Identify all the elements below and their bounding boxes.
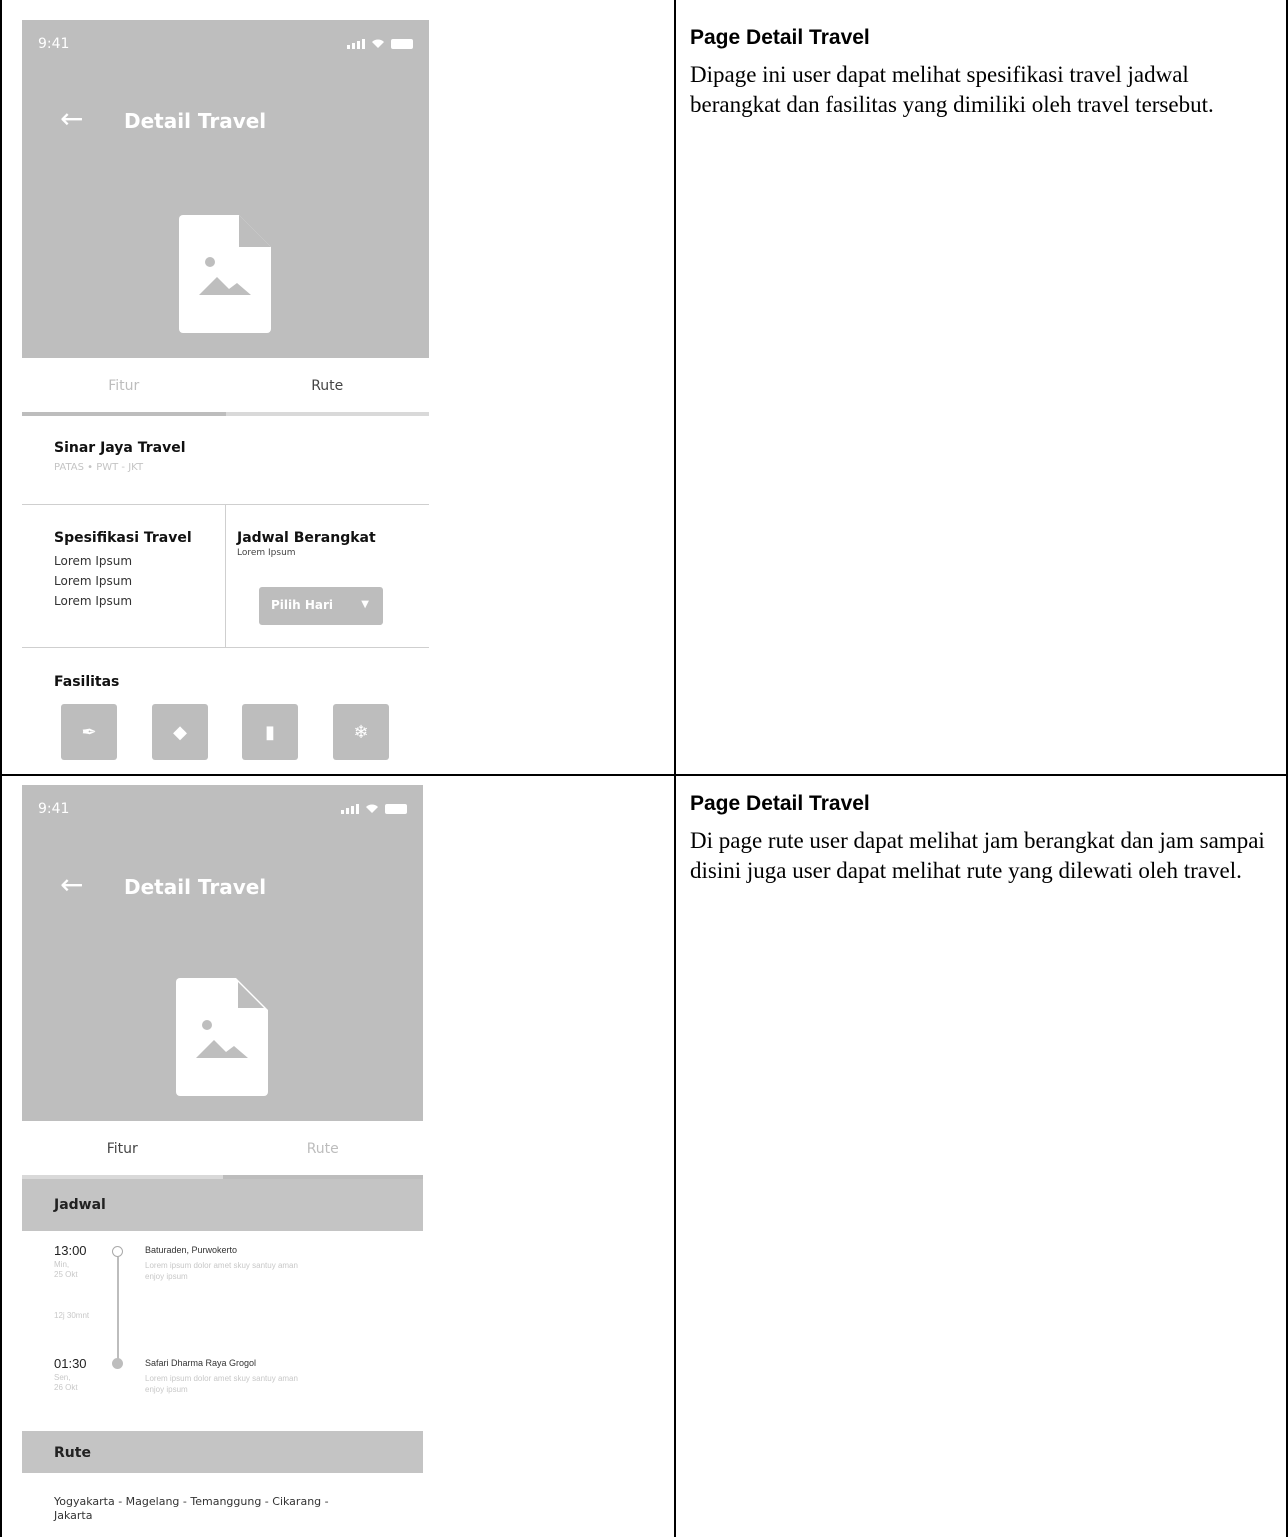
arrival-date: 26 Okt	[54, 1383, 78, 1392]
hero-header: 9:41 ← Detail Travel	[22, 20, 429, 358]
description-cell: Page Detail Travel Di page rute user dap…	[690, 792, 1270, 886]
battery-icon	[385, 804, 407, 814]
spec-item: Lorem Ipsum	[54, 594, 133, 608]
day-select-label: Pilih Hari	[271, 598, 334, 612]
departure-description: Lorem ipsum dolor amet skuy santuy aman …	[145, 1261, 298, 1281]
image-placeholder-icon	[176, 978, 268, 1096]
phone-screen-fitur: 9:41 ← Detail Travel Fitur Rute Sinar Ja…	[22, 20, 429, 764]
tab-bar: Fitur Rute	[22, 358, 429, 416]
departure-day: Min,	[54, 1260, 70, 1269]
status-time: 9:41	[38, 801, 70, 817]
operator-name: Sinar Jaya Travel	[54, 440, 186, 456]
tab-rute-label: Rute	[311, 378, 344, 394]
tab-fitur-underline	[22, 412, 226, 416]
tab-bar: Fitur Rute	[22, 1121, 423, 1179]
status-icons	[347, 38, 413, 49]
spec-section: Spesifikasi Travel Lorem Ipsum Lorem Ips…	[54, 530, 224, 608]
tab-fitur[interactable]: Fitur	[22, 1121, 223, 1179]
status-icons	[341, 803, 407, 814]
tab-fitur-label: Fitur	[108, 378, 140, 394]
trip-duration: 12j 30mnt	[54, 1311, 90, 1320]
wifi-icon	[372, 39, 384, 48]
description-title: Page Detail Travel	[690, 26, 870, 49]
description-body: Dipage ini user dapat melihat spesifikas…	[690, 62, 1214, 117]
tab-rute[interactable]: Rute	[225, 358, 429, 416]
departure-date: 25 Okt	[54, 1270, 78, 1279]
route-header: Rute	[22, 1431, 423, 1473]
spec-item: Lorem Ipsum	[54, 574, 133, 588]
signal-icon	[341, 804, 359, 814]
wifi-icon	[366, 804, 378, 813]
schedule-subtitle: Lorem Ipsum	[237, 548, 296, 558]
day-select-dropdown[interactable]: Pilih Hari ▼	[259, 587, 383, 625]
spec-title: Spesifikasi Travel	[54, 530, 192, 546]
schedule-title: Jadwal Berangkat	[237, 530, 376, 546]
arrival-time: 01:30	[54, 1356, 87, 1371]
table-row-divider	[0, 774, 1288, 776]
schedule-header: Jadwal	[22, 1179, 423, 1231]
departure-dot	[112, 1246, 123, 1257]
timeline-line	[117, 1257, 119, 1361]
tab-fitur-label: Fitur	[106, 1141, 138, 1157]
page-title: Detail Travel	[124, 875, 267, 899]
divider	[22, 647, 429, 648]
tab-rute-label: Rute	[306, 1141, 339, 1157]
arrival-dot	[112, 1358, 123, 1369]
table-column-divider	[674, 0, 676, 1537]
battery-icon	[391, 39, 413, 49]
phone-screen-rute: 9:41 ← Detail Travel Fitur Rute Jadwal 1…	[22, 785, 423, 1535]
schedule-section: Jadwal Berangkat Lorem Ipsum	[237, 530, 427, 558]
tab-rute[interactable]: Rute	[222, 1121, 423, 1179]
description-cell: Page Detail Travel Dipage ini user dapat…	[690, 26, 1270, 120]
tab-rute-underline	[225, 412, 429, 416]
food-icon: ✒	[61, 704, 117, 760]
signal-icon	[347, 39, 365, 49]
image-placeholder-icon	[179, 215, 271, 333]
operator-subtitle: PATAS • PWT - JKT	[54, 462, 144, 473]
document-table: 9:41 ← Detail Travel Fitur Rute Sinar Ja…	[0, 0, 1288, 1537]
hero-header: 9:41 ← Detail Travel	[22, 785, 423, 1121]
snowflake-icon: ❄	[333, 704, 389, 760]
back-arrow-icon[interactable]: ←	[60, 102, 83, 135]
departure-place: Baturaden, Purwokerto	[145, 1245, 238, 1255]
description-body: Di page rute user dapat melihat jam bera…	[690, 828, 1265, 883]
route-text: Yogyakarta - Magelang - Temanggung - Cik…	[54, 1495, 329, 1522]
operator-info: Sinar Jaya Travel PATAS • PWT - JKT	[22, 440, 429, 473]
page-title: Detail Travel	[124, 109, 267, 133]
arrival-place: Safari Dharma Raya Grogol	[145, 1358, 257, 1368]
arrival-description: Lorem ipsum dolor amet skuy santuy aman …	[145, 1374, 298, 1394]
tab-fitur[interactable]: Fitur	[22, 358, 226, 416]
candy-icon: ◆	[152, 704, 208, 760]
spec-item: Lorem Ipsum	[54, 554, 133, 568]
status-time: 9:41	[38, 36, 70, 52]
facilities-title: Fasilitas	[54, 674, 120, 690]
back-arrow-icon[interactable]: ←	[60, 868, 83, 901]
departure-time: 13:00	[54, 1243, 87, 1258]
drink-icon: ▮	[242, 704, 298, 760]
column-divider	[225, 504, 226, 648]
arrival-day: Sen,	[54, 1373, 71, 1382]
table-border-left	[0, 0, 2, 1537]
description-title: Page Detail Travel	[690, 792, 870, 815]
caret-down-icon: ▼	[361, 599, 369, 610]
